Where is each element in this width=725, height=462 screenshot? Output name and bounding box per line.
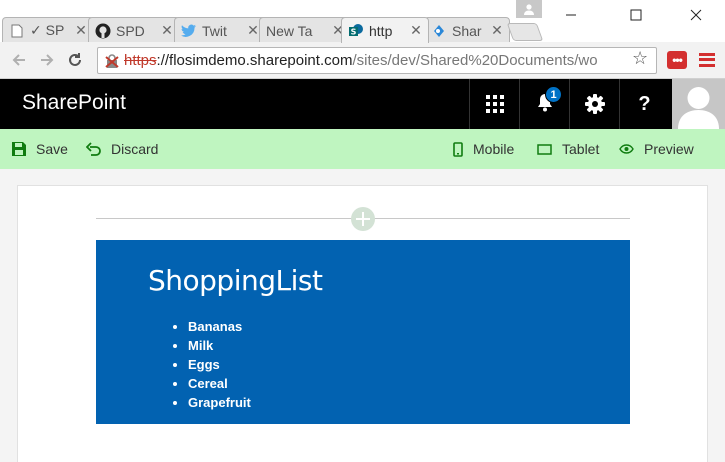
tablet-preview-button[interactable]: Tablet: [537, 129, 599, 169]
canvas-section: ShoppingList Bananas Milk Eggs Cereal Gr…: [17, 185, 708, 462]
close-tab-icon[interactable]: ✕: [75, 22, 87, 39]
tab-5[interactable]: Shar ✕: [424, 17, 510, 43]
tab-title: http: [369, 22, 393, 39]
page-command-bar: Save Discard Mobile Tablet Preview: [0, 129, 725, 169]
mobile-preview-button[interactable]: Mobile: [453, 129, 514, 169]
url-path: /sites/dev/Shared%20Documents/wo: [352, 52, 598, 69]
page-icon: [9, 23, 25, 39]
save-disk-icon: [12, 142, 26, 156]
profile-icon[interactable]: [516, 0, 542, 18]
notification-badge: 1: [545, 86, 562, 103]
shopping-list-webpart[interactable]: ShoppingList Bananas Milk Eggs Cereal Gr…: [96, 240, 630, 424]
new-tab-button[interactable]: [506, 23, 544, 41]
settings-gear-icon[interactable]: [569, 79, 619, 129]
tab-2[interactable]: Twit ✕: [174, 17, 266, 43]
list-item: Milk: [188, 336, 251, 355]
reload-icon[interactable]: [64, 49, 86, 71]
tab-title: ✓ SP: [30, 22, 65, 38]
webpart-title: ShoppingList: [148, 264, 323, 297]
list-item: Eggs: [188, 355, 251, 374]
shopping-list: Bananas Milk Eggs Cereal Grapefruit: [188, 317, 251, 412]
save-label: Save: [36, 141, 68, 157]
close-window-icon[interactable]: [673, 0, 719, 30]
preview-label: Preview: [644, 141, 694, 157]
undo-arrow-icon: [86, 142, 101, 156]
tab-1[interactable]: SPD ✕: [88, 17, 180, 43]
tab-title: Twit: [202, 22, 227, 39]
sharepoint-suite-bar: SharePoint 1 ?: [0, 79, 725, 129]
tab-3[interactable]: New Ta ✕: [259, 17, 351, 43]
tab-title: New Ta: [266, 22, 313, 39]
url-host: ://flosimdemo.sharepoint.com: [156, 52, 353, 69]
svg-text:S: S: [351, 27, 357, 36]
user-avatar[interactable]: [672, 79, 725, 129]
tab-title: Shar: [452, 22, 482, 39]
sharepoint-icon: [431, 23, 447, 39]
minimize-icon[interactable]: [548, 0, 594, 30]
list-item: Bananas: [188, 317, 251, 336]
save-button[interactable]: Save: [12, 129, 68, 169]
tab-4-active[interactable]: S http ✕: [341, 17, 429, 43]
mobile-phone-icon: [453, 141, 463, 157]
browser-toolbar: https://flosimdemo.sharepoint.com/sites/…: [0, 42, 725, 79]
browser-tab-strip: ✓ SP ✕ SPD ✕ Twit ✕ New Ta ✕ S http ✕ Sh…: [0, 0, 725, 43]
discard-button[interactable]: Discard: [86, 129, 158, 169]
add-webpart-plus-icon[interactable]: [351, 207, 375, 231]
forward-arrow-icon[interactable]: [36, 49, 58, 71]
discard-label: Discard: [111, 141, 159, 157]
eye-icon: [619, 144, 634, 154]
address-bar[interactable]: https://flosimdemo.sharepoint.com/sites/…: [97, 47, 657, 74]
lastpass-extension-icon[interactable]: •••: [667, 51, 687, 69]
bookmark-star-icon[interactable]: ☆: [632, 48, 648, 69]
notifications-button[interactable]: 1: [519, 79, 569, 129]
tablet-icon: [537, 143, 552, 155]
mobile-label: Mobile: [473, 141, 515, 157]
insecure-lock-icon: [104, 53, 120, 69]
maximize-icon[interactable]: [613, 0, 659, 30]
tab-0[interactable]: ✓ SP ✕: [2, 17, 94, 43]
sharepoint-icon: S: [348, 23, 364, 39]
sharepoint-brand[interactable]: SharePoint: [22, 91, 126, 115]
help-button[interactable]: ?: [619, 79, 669, 129]
app-launcher-icon[interactable]: [469, 79, 519, 129]
twitter-icon: [181, 23, 197, 39]
close-tab-icon[interactable]: ✕: [247, 22, 259, 39]
list-item: Cereal: [188, 374, 251, 393]
close-tab-icon[interactable]: ✕: [161, 22, 173, 39]
browser-menu-icon[interactable]: [699, 50, 715, 70]
close-tab-icon[interactable]: ✕: [491, 22, 503, 39]
close-tab-icon[interactable]: ✕: [410, 22, 422, 39]
list-item: Grapefruit: [188, 393, 251, 412]
tab-title: SPD: [116, 22, 145, 39]
preview-button[interactable]: Preview: [619, 129, 694, 169]
page-canvas: ShoppingList Bananas Milk Eggs Cereal Gr…: [0, 169, 725, 462]
github-icon: [95, 23, 111, 39]
tablet-label: Tablet: [562, 141, 600, 157]
url-scheme: https: [124, 52, 157, 69]
back-arrow-icon[interactable]: [8, 49, 30, 71]
